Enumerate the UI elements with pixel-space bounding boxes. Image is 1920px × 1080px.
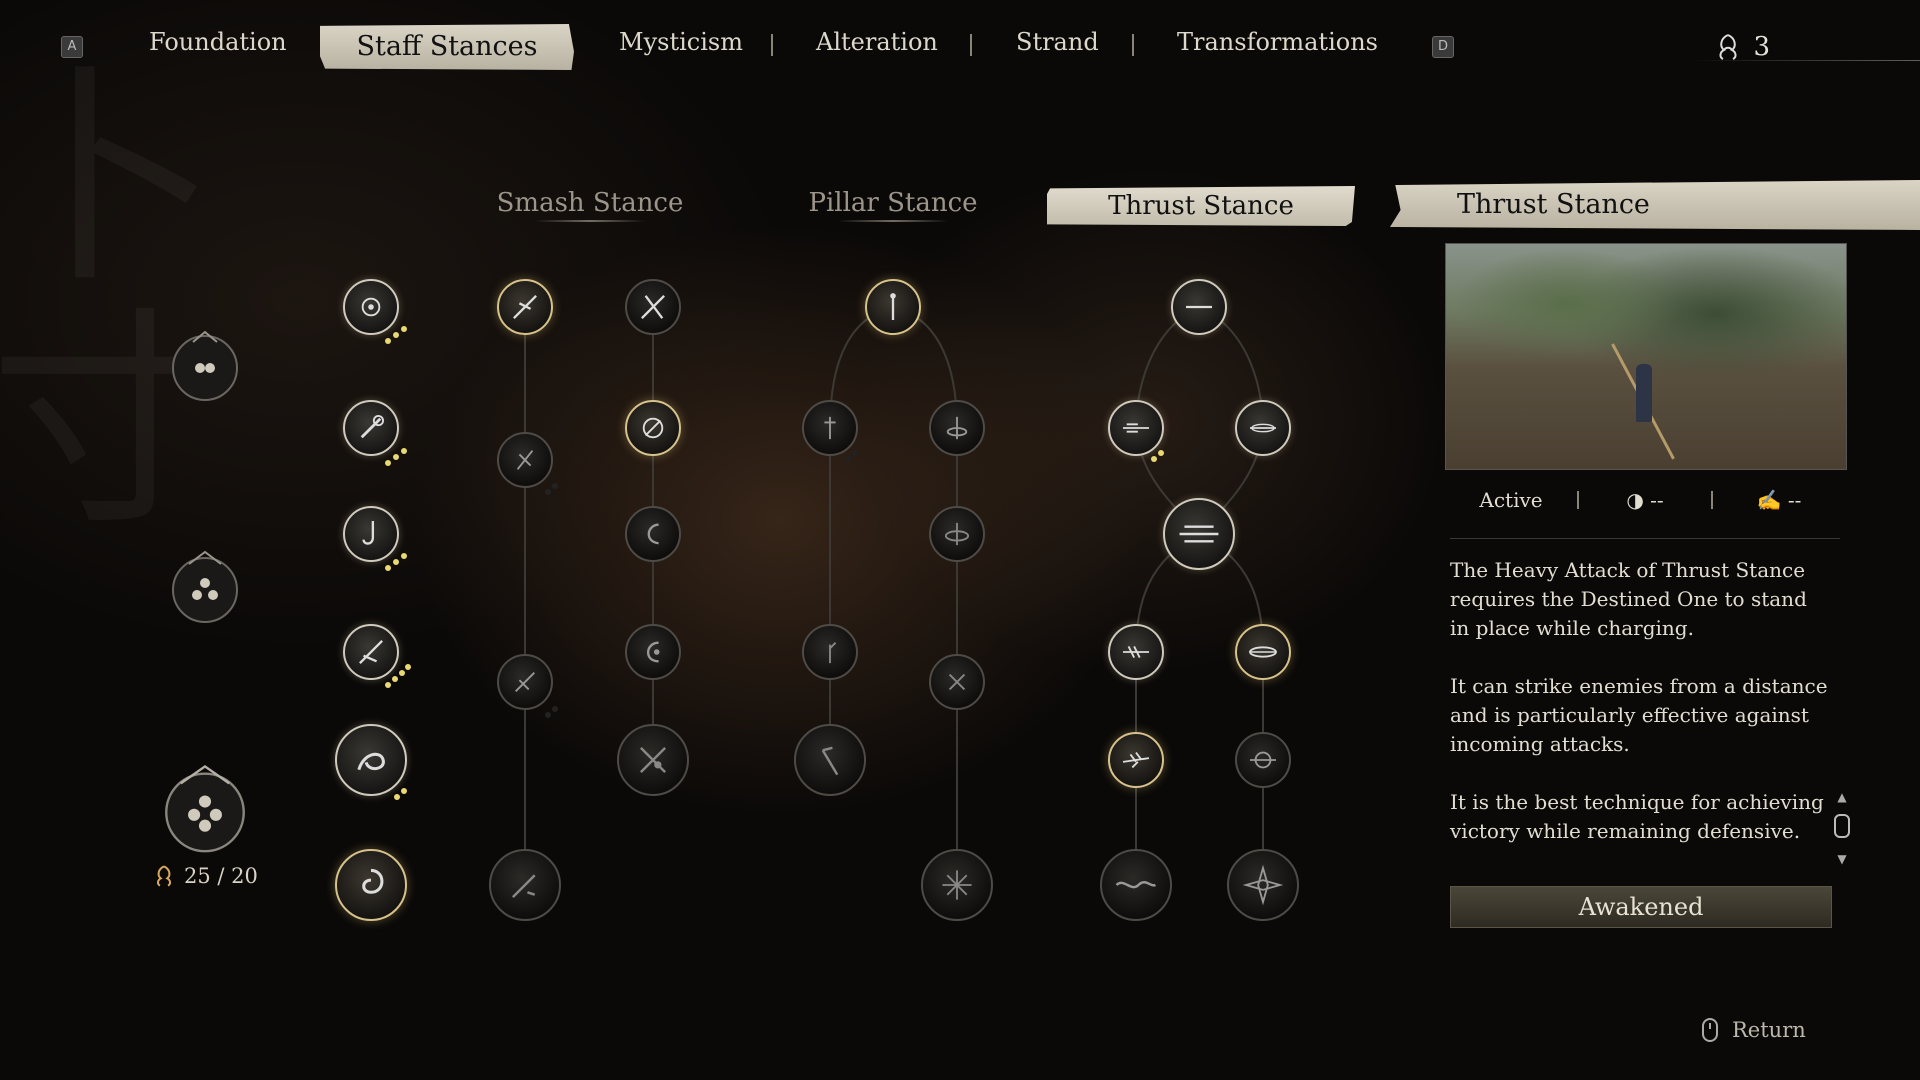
skill-type: Active: [1479, 488, 1543, 512]
mouse-scroll-icon: [1834, 814, 1850, 838]
prev-tab-key[interactable]: A: [61, 36, 83, 58]
smash-node-leap-icon[interactable]: [497, 654, 553, 710]
skill-pips: [545, 706, 575, 726]
thrust-node-wave-icon[interactable]: [1100, 849, 1172, 921]
sparks-underline: [1690, 60, 1920, 61]
pillar-node-whirl-icon[interactable]: [929, 506, 985, 562]
mouse-icon: [1702, 1018, 1718, 1042]
background-calligraphy: 卜寸: [0, 60, 220, 543]
skill-detail-panel: Thrust Stance Active ◑ -- ✍ -- The Heavy…: [1390, 180, 1920, 980]
thrust-node-compass-icon[interactable]: [1227, 849, 1299, 921]
thrust-node-piercing-icon[interactable]: [1108, 624, 1164, 680]
tab-transformations[interactable]: Transformations: [1177, 28, 1378, 56]
cost-value: --: [1787, 488, 1802, 512]
stats-divider-line: [1450, 538, 1840, 539]
seal-tier-2[interactable]: [167, 550, 243, 626]
thrust-node-line-icon[interactable]: [1171, 279, 1227, 335]
skill-stats-row: Active ◑ -- ✍ --: [1445, 480, 1845, 520]
spark-icon: [157, 865, 171, 887]
tab-foundation[interactable]: Foundation: [149, 28, 287, 56]
skill-pips: [1151, 450, 1181, 470]
skill-node-swirl-icon[interactable]: [335, 724, 407, 796]
tab-strand[interactable]: Strand: [1016, 28, 1099, 56]
smash-node-shield-icon[interactable]: [497, 432, 553, 488]
description-paragraph: The Heavy Attack of Thrust Stance requir…: [1450, 558, 1807, 640]
skill-pips: [385, 553, 415, 573]
smash-node-cross-icon[interactable]: [625, 279, 681, 335]
points-counter: 25 / 20: [152, 864, 258, 888]
thrust-node-lunge-icon[interactable]: [1235, 400, 1291, 456]
cooldown-stat: ◑ --: [1579, 488, 1711, 512]
tab-separator: [1132, 34, 1134, 56]
detail-title: Thrust Stance: [1390, 180, 1920, 230]
thrust-node-arc-icon[interactable]: [1235, 624, 1291, 680]
next-tab-key[interactable]: D: [1432, 36, 1454, 58]
thrust-node-disk-icon[interactable]: [1235, 732, 1291, 788]
thrust-node-multi-thrust-icon[interactable]: [1163, 498, 1235, 570]
tab-mysticism[interactable]: Mysticism: [619, 28, 743, 56]
scroll-down-icon[interactable]: ▼: [1832, 852, 1852, 866]
smash-node-feather-icon[interactable]: [497, 279, 553, 335]
skill-preview-image: [1445, 243, 1847, 470]
focus-cost-icon: ✍: [1756, 488, 1782, 512]
header-underline: [838, 220, 948, 222]
header-pillar-stance[interactable]: Pillar Stance: [763, 188, 1023, 222]
spark-icon: [1719, 34, 1737, 60]
skill-pips: [845, 450, 875, 470]
pillar-node-axe-icon[interactable]: [794, 724, 866, 796]
skill-pips: [385, 448, 415, 468]
pillar-node-sprout-icon[interactable]: [802, 624, 858, 680]
skill-pips: [545, 483, 575, 503]
description-paragraph: It is the best technique for achieving v…: [1450, 790, 1824, 843]
points-value: 25 / 20: [184, 864, 258, 888]
pillar-node-stand-icon[interactable]: [802, 400, 858, 456]
header-thrust-stance[interactable]: Thrust Stance: [1047, 186, 1355, 226]
top-nav: A Foundation Staff Stances Mysticism Alt…: [0, 22, 1920, 72]
header-underline: [535, 220, 645, 222]
pillar-node-x-icon[interactable]: [929, 654, 985, 710]
header-pillar-label: Pillar Stance: [808, 188, 978, 218]
smash-node-burst-icon[interactable]: [625, 400, 681, 456]
description-scrollbar[interactable]: ▲ ▼: [1832, 790, 1852, 880]
cooldown-icon: ◑: [1626, 488, 1644, 512]
smash-node-crescent-icon[interactable]: [625, 506, 681, 562]
pillar-node-star-icon[interactable]: [921, 849, 993, 921]
smash-node-crossed-staffs-icon[interactable]: [617, 724, 689, 796]
return-button[interactable]: Return: [1702, 1018, 1806, 1042]
tab-separator: [970, 34, 972, 56]
tab-alteration[interactable]: Alteration: [816, 28, 938, 56]
pillar-node-pole-icon[interactable]: [865, 279, 921, 335]
skill-status-badge: Awakened: [1450, 886, 1832, 928]
seal-tier-3[interactable]: [159, 764, 251, 856]
sparks-value: 3: [1753, 32, 1770, 62]
scroll-up-icon[interactable]: ▲: [1832, 790, 1852, 804]
thrust-node-jab-icon[interactable]: [1108, 400, 1164, 456]
tab-staff-stances[interactable]: Staff Stances: [320, 24, 574, 70]
sparks-counter: 3: [1713, 32, 1770, 62]
description-paragraph: It can strike enemies from a distance an…: [1450, 674, 1828, 756]
pillar-node-spin-icon[interactable]: [929, 400, 985, 456]
header-smash-label: Smash Stance: [496, 188, 684, 218]
preview-character: [1636, 364, 1652, 422]
skill-node-spiral-icon[interactable]: [335, 849, 407, 921]
tab-separator: [771, 34, 773, 56]
seal-tier-1[interactable]: [167, 328, 243, 404]
skill-description: The Heavy Attack of Thrust Stance requir…: [1450, 556, 1830, 875]
skill-pips: [385, 664, 415, 688]
skill-pips: [385, 326, 415, 346]
cooldown-value: --: [1650, 488, 1664, 512]
cost-stat: ✍ --: [1713, 488, 1845, 512]
smash-node-eye-icon[interactable]: [625, 624, 681, 680]
thrust-node-branch-icon[interactable]: [1108, 732, 1164, 788]
header-smash-stance[interactable]: Smash Stance: [460, 188, 720, 222]
return-label: Return: [1732, 1018, 1806, 1042]
smash-node-slam-icon[interactable]: [489, 849, 561, 921]
skill-pips: [394, 788, 424, 808]
